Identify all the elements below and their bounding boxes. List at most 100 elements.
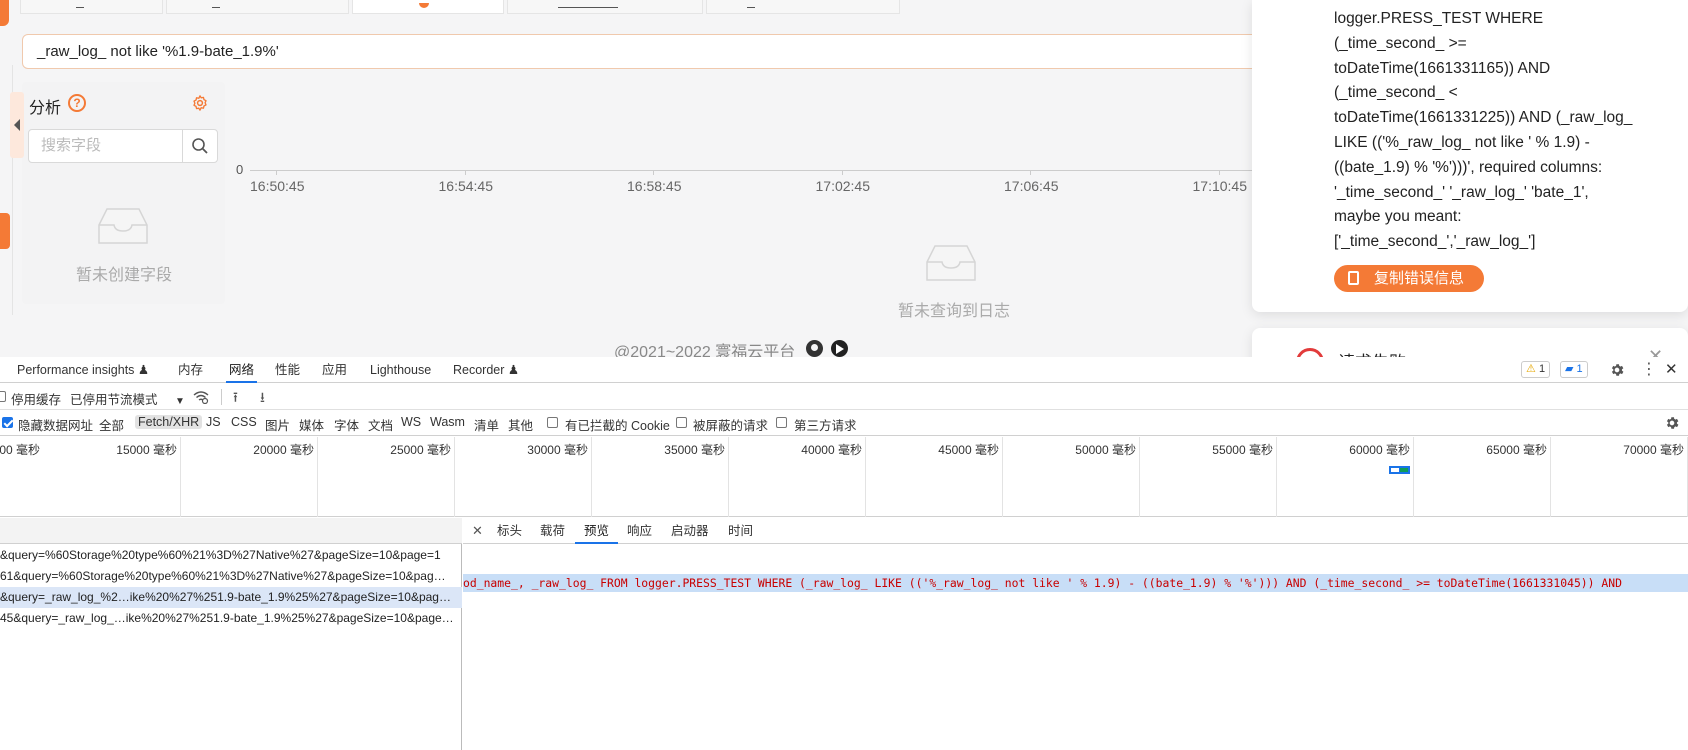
tab-memory[interactable]: 内存: [178, 357, 203, 383]
tab-timing[interactable]: 时间: [728, 518, 753, 544]
timeline-label: 45000 毫秒: [938, 443, 999, 457]
more-options-icon[interactable]: ⋮: [1641, 359, 1657, 379]
tab-performance[interactable]: 性能: [275, 357, 300, 383]
import-har-icon[interactable]: ⭱: [233, 387, 238, 411]
filter-wasm[interactable]: Wasm: [430, 415, 465, 429]
log-tab[interactable]: [166, 0, 349, 14]
tab-response[interactable]: 响应: [627, 518, 652, 544]
log-tab[interactable]: [706, 0, 900, 14]
tab-network[interactable]: 网络: [226, 357, 258, 383]
network-settings-icon[interactable]: [1664, 415, 1680, 431]
preview-text[interactable]: od_name_, _raw_log_ FROM logger.PRESS_TE…: [463, 574, 1688, 592]
timeline-label: 00 毫秒: [0, 443, 40, 457]
blocked-cookies-checkbox[interactable]: [547, 417, 558, 428]
log-tab[interactable]: [507, 0, 703, 14]
filter-manifest[interactable]: 清单: [474, 415, 499, 434]
github-icon[interactable]: [806, 340, 823, 357]
empty-fields-message: 暂未创建字段: [76, 267, 173, 284]
close-detail-icon[interactable]: ✕: [472, 518, 483, 544]
timeline-request-bar: [1389, 466, 1410, 474]
request-row[interactable]: &query=%60Storage%20type%60%21%3D%27Nati…: [0, 545, 462, 566]
tab-initiator[interactable]: 启动器: [671, 518, 709, 544]
empty-inbox-icon: [98, 208, 148, 244]
network-timeline-overview[interactable]: 00 毫秒 15000 毫秒 20000 毫秒 25000 毫秒 30000 毫秒 350…: [0, 437, 1688, 517]
chart-x-tick: [464, 170, 466, 175]
third-party-label: 第三方请求: [794, 419, 857, 433]
tab-recorder[interactable]: Recorder ♟: [453, 357, 519, 383]
settings-icon[interactable]: [1609, 362, 1625, 378]
timeline-label: 55000 毫秒: [1212, 443, 1273, 457]
timeline-divider: [1139, 437, 1140, 517]
filter-font[interactable]: 字体: [334, 415, 359, 434]
tab-headers[interactable]: 标头: [497, 518, 522, 544]
request-detail-pane: ✕ 标头 载荷 预览 响应 启动器 时间 od_name_, _raw_log_…: [463, 518, 1688, 750]
field-search-button[interactable]: [182, 129, 218, 163]
detail-tabbar: ✕ 标头 载荷 预览 响应 启动器 时间: [463, 518, 1688, 544]
error-icon: [1296, 348, 1324, 357]
network-toolbar: 停用缓存 已停用节流模式 ▼ ⭱ ⭳: [0, 384, 1688, 410]
chart-x-tick-label: 17:10:45: [1192, 178, 1248, 194]
request-row[interactable]: 61&query=%60Storage%20type%60%21%3D%27Na…: [0, 566, 462, 587]
error-line: maybe you meant:: [1334, 208, 1462, 226]
settings-gear-icon[interactable]: [191, 94, 209, 112]
throttling-select[interactable]: 已停用节流模式 ▼: [70, 389, 185, 408]
field-search-input[interactable]: 搜索字段: [28, 129, 183, 163]
tab-application[interactable]: 应用: [322, 357, 347, 383]
warnings-badge[interactable]: ⚠ 1: [1521, 361, 1551, 378]
network-conditions-icon[interactable]: [193, 390, 209, 404]
collapse-panel-button[interactable]: [10, 92, 24, 158]
query-input[interactable]: _raw_log_ not like '%1.9-bate_1.9%': [22, 34, 1282, 69]
chart-x-tick: [276, 170, 277, 175]
external-link-icon[interactable]: [831, 340, 848, 357]
timeline-divider: [317, 437, 318, 517]
close-icon[interactable]: ✕: [1648, 346, 1663, 357]
help-icon[interactable]: ?: [68, 94, 86, 112]
blocked-requests-checkbox[interactable]: [676, 417, 687, 428]
tab-performance-insights[interactable]: Performance insights ♟: [17, 357, 149, 383]
sidebar-accent-active[interactable]: [0, 213, 10, 249]
error-line: '_time_second_' '_raw_log_' 'bate_1',: [1334, 183, 1589, 201]
error-line: ((bate_1.9) % '%')))', required columns:: [1334, 158, 1603, 176]
error-notification-2: 请求失败 ✕: [1252, 328, 1688, 357]
timeline-label: 60000 毫秒: [1349, 443, 1410, 457]
sidebar-accent-top: [0, 0, 9, 26]
devtools-panel: Performance insights ♟ 内存 网络 性能 应用 Light…: [0, 357, 1688, 750]
timeline-label: 30000 毫秒: [527, 443, 588, 457]
error-line: logger.PRESS_TEST WHERE: [1334, 10, 1544, 27]
chart-x-tick-label: 16:50:45: [250, 178, 305, 194]
request-list: &query=%60Storage%20type%60%21%3D%27Nati…: [0, 518, 462, 750]
filter-ws[interactable]: WS: [401, 415, 421, 429]
timeline-label: 70000 毫秒: [1623, 443, 1684, 457]
log-tab-active[interactable]: [352, 0, 504, 14]
copy-error-button[interactable]: 复制错误信息: [1334, 265, 1484, 292]
filter-doc[interactable]: 文档: [368, 415, 393, 434]
third-party-checkbox[interactable]: [776, 417, 787, 428]
filter-fetch-xhr[interactable]: Fetch/XHR: [135, 415, 203, 429]
tab-lighthouse[interactable]: Lighthouse: [370, 357, 431, 383]
chart-x-tick: [653, 170, 654, 175]
close-devtools-icon[interactable]: ✕: [1665, 360, 1678, 378]
filter-all[interactable]: 全部: [99, 415, 124, 434]
filter-media[interactable]: 媒体: [299, 415, 324, 434]
analysis-title: 分析: [29, 100, 62, 117]
error-line: (_time_second_ <: [1334, 84, 1458, 102]
filter-css[interactable]: CSS: [231, 415, 257, 429]
filter-img[interactable]: 图片: [265, 415, 290, 434]
disable-cache-checkbox[interactable]: [0, 391, 6, 402]
log-tab[interactable]: [20, 0, 163, 14]
error-line: LIKE (('%_raw_log_ not like ' % 1.9) -: [1334, 133, 1590, 151]
request-row-selected[interactable]: &query=_raw_log_%2…ike%20%27%251.9-bate_…: [0, 587, 462, 608]
chart-y-zero-label: 0: [236, 162, 244, 177]
chart-x-tick: [1030, 170, 1031, 175]
hide-data-urls-label: 隐藏数据网址: [18, 419, 94, 433]
messages-badge[interactable]: ▰ 1: [1560, 361, 1588, 378]
export-har-icon[interactable]: ⭳: [260, 387, 265, 411]
filter-other[interactable]: 其他: [508, 415, 533, 434]
tab-payload[interactable]: 载荷: [540, 518, 565, 544]
tab-preview[interactable]: 预览: [575, 518, 619, 544]
request-row[interactable]: 45&query=_raw_log_…ike%20%27%251.9-bate_…: [0, 608, 462, 629]
error-title: 请求失败: [1338, 348, 1406, 357]
hide-data-urls-checkbox[interactable]: [2, 417, 13, 428]
timeline-divider: [180, 437, 181, 517]
filter-js[interactable]: JS: [206, 415, 221, 429]
